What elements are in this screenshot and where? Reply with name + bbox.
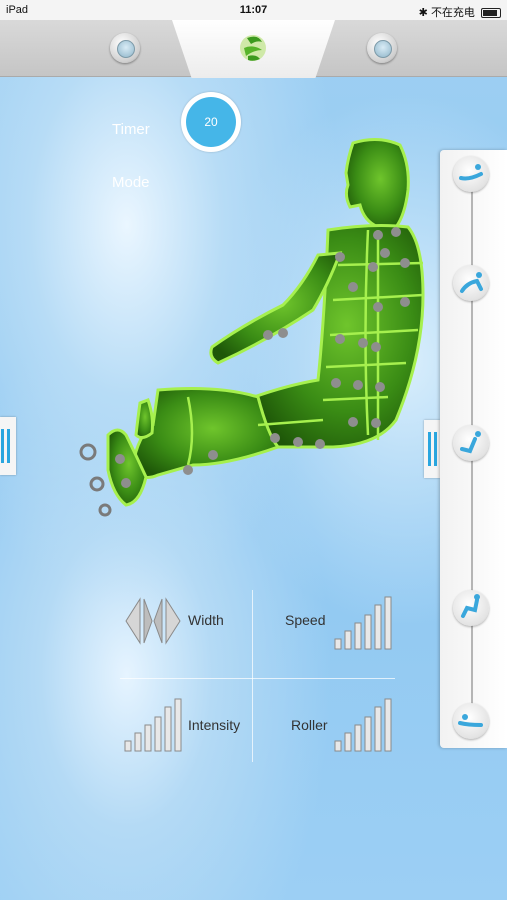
right-power-button[interactable]	[367, 33, 397, 63]
recline-panel	[440, 150, 507, 748]
battery-icon	[481, 8, 501, 19]
roller-label: Roller	[291, 717, 328, 733]
status-bar: iPad 11:07 ✱ 不在充电	[0, 0, 507, 20]
bluetooth-icon: ✱	[418, 7, 428, 19]
body-figure[interactable]	[78, 135, 433, 525]
width-label: Width	[188, 612, 224, 628]
foot-roller-indicators	[79, 443, 112, 517]
controls-divider-horizontal	[120, 678, 395, 679]
roller-level-bars[interactable]	[333, 697, 395, 753]
handle-bar	[434, 432, 437, 466]
recline-position-4-icon[interactable]	[453, 590, 489, 626]
right-drawer-handle[interactable]	[424, 420, 440, 478]
recline-position-5-icon[interactable]	[453, 703, 489, 739]
handle-bar	[428, 432, 431, 466]
left-power-button[interactable]	[110, 33, 140, 63]
charging-status: 不在充电	[430, 7, 475, 19]
recline-position-2-icon[interactable]	[453, 265, 489, 301]
speed-level-bars[interactable]	[333, 595, 395, 651]
width-arrows-icon[interactable]	[122, 595, 184, 647]
recline-position-3-icon[interactable]	[453, 425, 489, 461]
speed-label: Speed	[285, 612, 326, 628]
handle-bar	[7, 429, 10, 463]
intensity-label: Intensity	[188, 717, 241, 733]
recline-position-1-icon[interactable]	[453, 156, 489, 192]
power-icon	[117, 40, 135, 58]
power-icon	[374, 40, 392, 58]
left-drawer-handle[interactable]	[0, 417, 16, 475]
handle-bar	[1, 429, 4, 463]
status-right: ✱ 不在充电	[419, 4, 501, 20]
intensity-level-bars[interactable]	[123, 697, 185, 753]
controls-divider-vertical	[252, 590, 253, 762]
massage-logo-icon	[240, 35, 266, 61]
